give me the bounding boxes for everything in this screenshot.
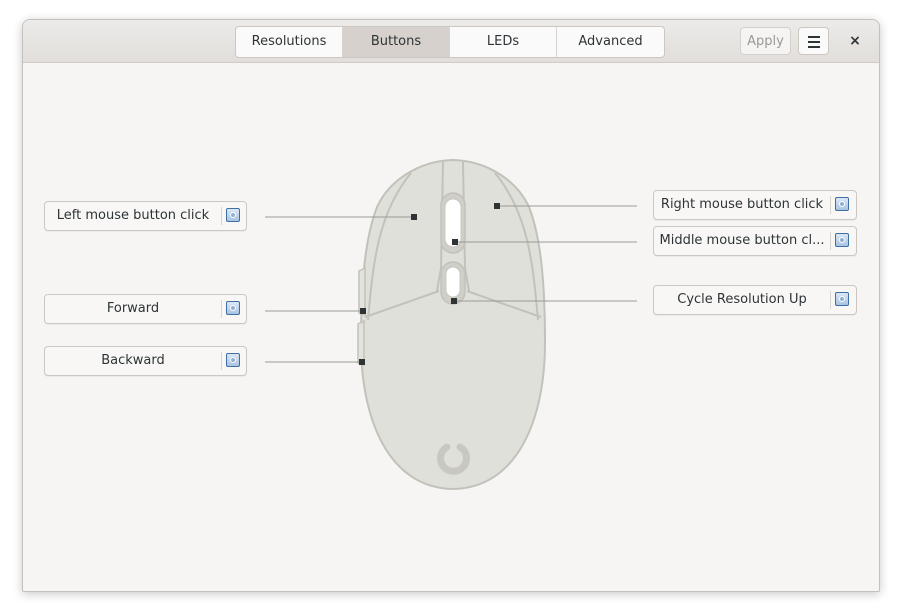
right-click-label: Right mouse button click [660, 197, 824, 212]
middle-click-label: Middle mouse button cl... [659, 233, 825, 248]
tab-switcher: Resolutions Buttons LEDs Advanced [235, 26, 665, 58]
backward-label: Backward [101, 353, 165, 368]
settings-icon [226, 353, 240, 367]
button-separator [830, 291, 831, 309]
header-bar: Resolutions Buttons LEDs Advanced Apply … [23, 20, 879, 63]
backward-button[interactable]: Backward [44, 346, 247, 376]
tab-advanced[interactable]: Advanced [557, 27, 664, 57]
cycle-resolution-button[interactable]: Cycle Resolution Up [653, 285, 857, 315]
anchor-backward [359, 359, 365, 365]
buttons-page: Left mouse button click Forward Backward… [23, 63, 879, 591]
middle-click-button[interactable]: Middle mouse button cl... [653, 226, 857, 256]
anchor-forward [360, 308, 366, 314]
left-click-button[interactable]: Left mouse button click [44, 201, 247, 231]
side-button-backward [357, 319, 365, 367]
button-separator [221, 207, 222, 225]
settings-icon [835, 197, 849, 211]
tab-leds[interactable]: LEDs [450, 27, 557, 57]
tab-buttons[interactable]: Buttons [343, 27, 450, 57]
cycle-resolution-label: Cycle Resolution Up [677, 292, 807, 307]
settings-icon [835, 292, 849, 306]
mouse-diagram [265, 158, 637, 491]
apply-button[interactable]: Apply [740, 27, 791, 55]
piper-window: Resolutions Buttons LEDs Advanced Apply … [22, 19, 880, 592]
hamburger-menu-icon-bar [808, 41, 820, 43]
button-separator [830, 196, 831, 214]
settings-icon [226, 208, 240, 222]
button-separator [221, 300, 222, 318]
hamburger-menu-icon-bar [808, 46, 820, 48]
anchor-middle-click [452, 239, 458, 245]
side-button-forward [358, 266, 366, 317]
right-click-button[interactable]: Right mouse button click [653, 190, 857, 220]
anchor-right-click [494, 203, 500, 209]
button-separator [830, 232, 831, 250]
forward-label: Forward [106, 301, 160, 316]
hamburger-menu-icon [808, 36, 820, 38]
anchor-left-click [411, 214, 417, 220]
tab-resolutions[interactable]: Resolutions [236, 27, 343, 57]
close-button[interactable]: × [843, 29, 867, 53]
dpi-button [445, 266, 461, 298]
forward-button[interactable]: Forward [44, 294, 247, 324]
button-separator [221, 352, 222, 370]
settings-icon [835, 233, 849, 247]
anchor-cycle-resolution [451, 298, 457, 304]
menu-button[interactable] [798, 27, 829, 55]
left-click-label: Left mouse button click [56, 208, 210, 223]
settings-icon [226, 301, 240, 315]
